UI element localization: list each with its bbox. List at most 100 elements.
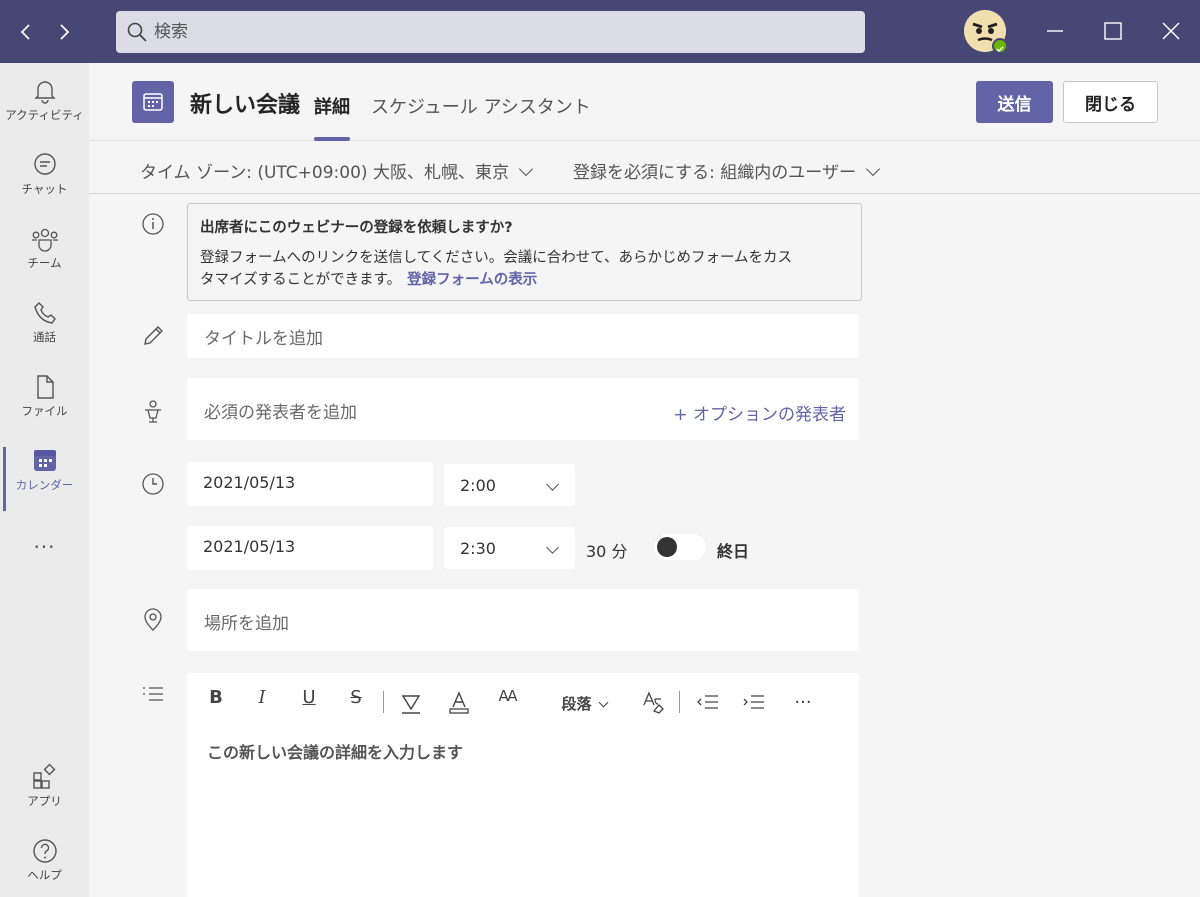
search-icon [127,22,147,42]
chevron-down-icon [546,478,559,491]
end-date-field[interactable]: 2021/05/13 [187,526,433,570]
title-field[interactable]: タイトルを追加 [187,314,859,358]
rail-item-calls[interactable]: 通話 [0,299,89,371]
meeting-options-bar: タイム ゾーン: (UTC+09:00) 大阪、札幌、東京 登録を必須にする: … [89,142,1200,194]
all-day-toggle[interactable] [654,534,706,560]
end-time-value: 2:30 [460,539,496,558]
highlight-icon[interactable] [399,687,423,717]
start-time-value: 2:00 [460,476,496,495]
search-box[interactable] [116,11,865,53]
rail-label: ファイル [21,404,68,418]
timezone-dropdown[interactable]: タイム ゾーン: (UTC+09:00) 大阪、札幌、東京 [140,158,534,183]
close-window-icon[interactable] [1156,16,1186,46]
maximize-icon[interactable] [1098,16,1128,46]
chevron-down-icon [518,161,534,177]
rail-item-help[interactable]: ヘルプ [0,837,89,897]
registration-info-box: 出席者にこのウェビナーの登録を依頼しますか? 登録フォームへのリンクを送信してく… [187,203,862,301]
end-date-value: 2021/05/13 [203,537,296,556]
chevron-down-icon [598,697,608,708]
add-optional-presenter-link[interactable]: + オプションの発表者 [673,400,846,425]
bold-button[interactable]: B [205,687,227,717]
toolbar-divider [383,691,384,713]
paragraph-dropdown[interactable]: 段落 [555,693,613,723]
search-input[interactable] [154,11,844,53]
font-size-button[interactable]: AA [493,687,521,717]
toggle-knob [657,537,677,557]
close-button[interactable]: 閉じる [1063,81,1158,123]
more-options-button[interactable]: ... [791,687,815,717]
rail-label: カレンダー [15,478,74,492]
chevron-down-icon [546,541,559,554]
underline-button[interactable]: U [298,687,320,717]
toolbar-divider [679,691,680,713]
registration-dropdown[interactable]: 登録を必須にする: 組織内のユーザー [573,158,881,183]
clear-formatting-icon[interactable] [641,687,667,717]
teams-icon [31,228,58,252]
info-icon [142,213,164,235]
all-day-label: 終日 [717,542,750,561]
chat-icon [33,153,56,175]
end-time-select[interactable]: 2:30 [444,527,575,569]
presenter-icon [145,400,161,423]
more-apps-button[interactable]: ... [0,529,89,559]
registration-form-link[interactable]: 登録フォームの表示 [407,272,537,288]
font-color-icon[interactable] [447,687,471,717]
rail-label: チーム [27,256,62,270]
send-button[interactable]: 送信 [976,81,1053,123]
info-body: 登録フォームへのリンクを送信してください。会議に合わせて、あらかじめフォームをカ… [200,247,800,291]
details-editor[interactable]: B I U S AA 段落 ... この新しい会議の詳細を入力します [187,673,859,897]
help-icon [32,839,57,863]
decrease-indent-icon[interactable] [695,687,721,717]
presence-available-icon [992,38,1008,54]
app-rail: アクティビティ チャット チーム 通話 ファイル カレンダー ... アプリ ヘ… [0,63,89,897]
back-icon[interactable] [16,20,36,44]
timezone-label: タイム ゾーン: (UTC+09:00) 大阪、札幌、東京 [140,163,509,183]
tab-scheduling-assistant[interactable]: スケジュール アシスタント [371,93,591,119]
meeting-calendar-icon [132,81,174,123]
rail-item-files[interactable]: ファイル [0,373,89,445]
italic-button[interactable]: I [251,687,273,717]
avatar[interactable] [964,10,1008,54]
tab-details[interactable]: 詳細 [314,93,350,141]
rail-label: 通話 [33,330,56,344]
rail-item-teams[interactable]: チーム [0,225,89,297]
rail-label: アプリ [27,794,62,808]
strikethrough-button[interactable]: S [345,687,367,717]
start-date-value: 2021/05/13 [203,473,296,492]
bell-icon [33,81,56,104]
title-placeholder: タイトルを追加 [204,329,323,349]
apps-icon [32,763,55,789]
rail-item-activity[interactable]: アクティビティ [0,77,89,149]
title-bar [0,0,1200,63]
location-placeholder: 場所を追加 [204,614,289,634]
details-placeholder: この新しい会議の詳細を入力します [207,743,464,762]
presenter-placeholder: 必須の発表者を追加 [204,403,357,423]
rail-label: ヘルプ [27,868,62,882]
increase-indent-icon[interactable] [741,687,767,717]
info-title: 出席者にこのウェビナーの登録を依頼しますか? [200,220,513,236]
paragraph-label: 段落 [561,695,592,713]
clock-icon [142,473,164,495]
rail-label: チャット [21,182,68,196]
forward-icon[interactable] [54,20,74,44]
location-icon [144,608,162,631]
phone-icon [33,302,56,324]
more-icon: ... [33,529,56,553]
chevron-down-icon [865,161,881,177]
start-date-field[interactable]: 2021/05/13 [187,462,433,506]
file-icon [36,375,54,399]
rail-item-calendar[interactable]: カレンダー [0,447,89,519]
meeting-header: 新しい会議 詳細 スケジュール アシスタント 送信 閉じる [89,63,1200,141]
page-title: 新しい会議 [190,93,301,118]
calendar-icon [33,450,56,471]
rail-item-apps[interactable]: アプリ [0,763,89,835]
start-time-select[interactable]: 2:00 [444,464,575,506]
rail-label: アクティビティ [5,108,84,122]
minimize-icon[interactable] [1040,16,1070,46]
duration-label: 30 分 [586,542,628,561]
pencil-icon [144,326,163,345]
presenter-field[interactable]: 必須の発表者を追加 + オプションの発表者 [187,378,859,440]
rail-item-chat[interactable]: チャット [0,151,89,223]
location-field[interactable]: 場所を追加 [187,589,859,651]
registration-label: 登録を必須にする: 組織内のユーザー [573,163,856,183]
